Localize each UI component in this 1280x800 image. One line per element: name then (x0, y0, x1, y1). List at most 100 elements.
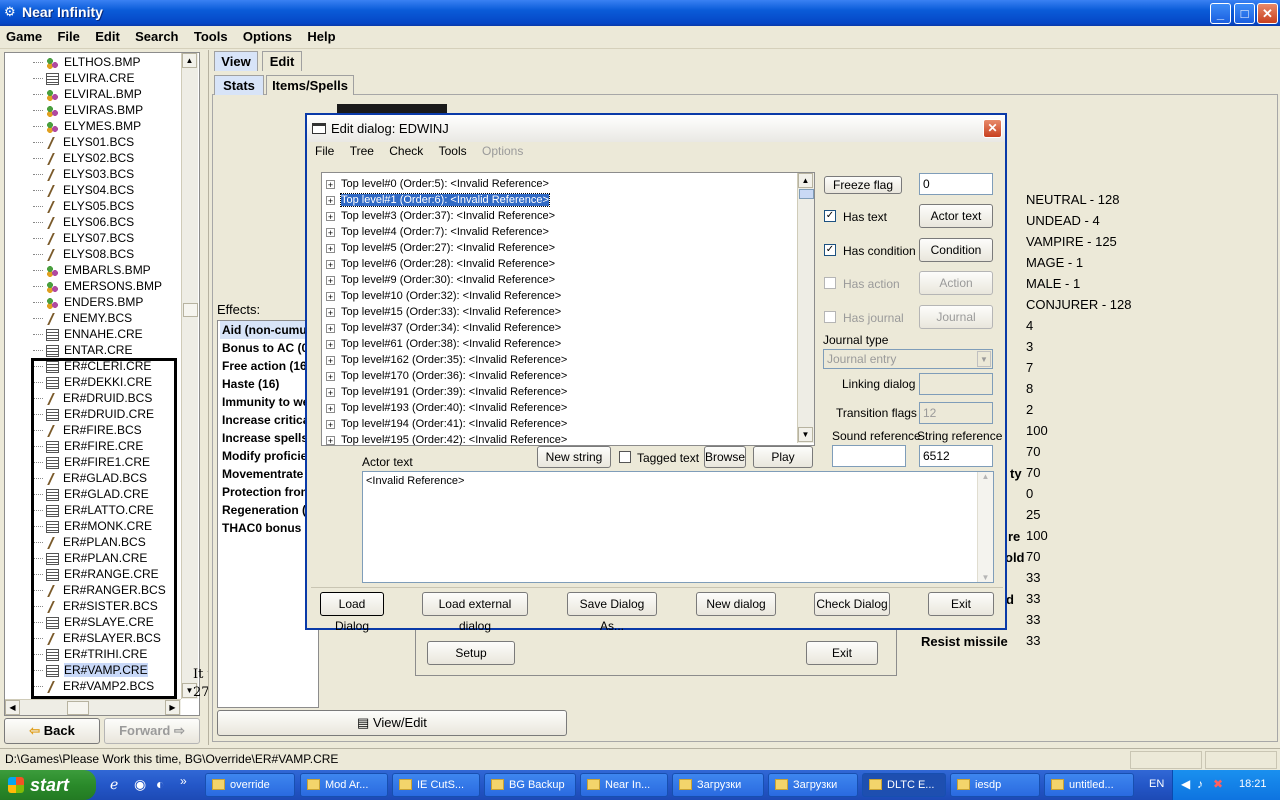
condition-button[interactable]: Condition (919, 238, 993, 262)
new-dialog-button[interactable]: New dialog (696, 592, 776, 616)
menu-options[interactable]: Options (237, 26, 298, 44)
actor-text-button[interactable]: Actor text (919, 204, 993, 228)
tree-item[interactable]: ELYS05.BCS (33, 198, 134, 214)
dialog-exit-button[interactable]: Exit (928, 592, 994, 616)
effect-item[interactable]: Free action (16) (220, 357, 318, 375)
dialog-tree-node[interactable]: + Top level#3 (Order:37): <Invalid Refere… (326, 208, 555, 224)
dialog-menu-tree[interactable]: Tree (344, 144, 380, 158)
dialog-tree-node[interactable]: + Top level#191 (Order:39): <Invalid Refe… (326, 384, 567, 400)
effect-item[interactable]: Aid (non-cumul (220, 321, 318, 339)
play-sound-button[interactable]: Play sound (753, 446, 813, 484)
dialog-tree-node[interactable]: + Top level#4 (Order:7): <Invalid Referen… (326, 224, 549, 240)
scroll-right-icon[interactable]: ▶ (165, 700, 180, 715)
transition-flags-field[interactable]: 12 (919, 402, 993, 424)
dialog-tree-scroll-thumb[interactable] (799, 189, 814, 199)
dialog-menu-options[interactable]: Options (476, 144, 529, 158)
taskbar-button[interactable]: Mod Ar... (300, 773, 388, 797)
taskbar-button[interactable]: iesdp (950, 773, 1040, 797)
taskbar-button[interactable]: Near In... (580, 773, 668, 797)
expand-icon[interactable]: + (326, 291, 335, 301)
tree-item[interactable]: ELYS06.BCS (33, 214, 134, 230)
taskbar-button[interactable]: Загрузки (768, 773, 858, 797)
expand-icon[interactable]: + (326, 195, 335, 205)
tree-item[interactable]: ENDERS.BMP (33, 294, 143, 310)
tree-item[interactable]: ELVIRAS.BMP (33, 102, 143, 118)
tree-item[interactable]: ELYS07.BCS (33, 230, 134, 246)
journal-button[interactable]: Journal (919, 305, 993, 329)
firefox-quicklaunch-icon[interactable]: ◐ (156, 776, 164, 792)
menu-game[interactable]: Game (0, 26, 48, 44)
dialog-tree-node[interactable]: + Top level#195 (Order:42): <Invalid Refe… (326, 432, 567, 445)
dialog-menu-tools[interactable]: Tools (433, 144, 473, 158)
dialog-menu-file[interactable]: File (309, 144, 340, 158)
expand-icon[interactable]: + (326, 355, 335, 365)
expand-icon[interactable]: + (326, 307, 335, 317)
taskbar-button[interactable]: DLTC E... (862, 773, 946, 797)
has-condition-checkbox[interactable]: ✓ (824, 244, 836, 256)
tab-view[interactable]: View (214, 51, 258, 71)
new-string-button[interactable]: New string (537, 446, 611, 468)
dialog-tree-node[interactable]: + Top level#170 (Order:36): <Invalid Refe… (326, 368, 567, 384)
has-journal-checkbox[interactable] (824, 311, 836, 323)
back-tray-icon[interactable]: ◀ (1181, 777, 1190, 791)
dialog-tree-node[interactable]: + Top level#10 (Order:32): <Invalid Refer… (326, 288, 561, 304)
tree-hscroll-thumb[interactable] (67, 701, 89, 715)
actor-text-scrollbar[interactable]: ▲ ▼ (977, 472, 993, 582)
effect-item[interactable]: Haste (16) (220, 375, 318, 393)
expand-icon[interactable]: + (326, 435, 335, 445)
tree-item[interactable]: ELYS01.BCS (33, 134, 134, 150)
setup-button[interactable]: Setup (427, 641, 515, 665)
dialog-tree-scrollbar[interactable]: ▲ ▼ (797, 173, 814, 443)
dialog-scroll-up-icon[interactable]: ▲ (798, 173, 813, 188)
linking-dialog-field[interactable] (919, 373, 993, 395)
dialog-tree-node[interactable]: + Top level#1 (Order:6): <Invalid Referen… (326, 192, 550, 208)
dialog-tree-node[interactable]: + Top level#6 (Order:28): <Invalid Refere… (326, 256, 555, 272)
tree-item[interactable]: ELYS03.BCS (33, 166, 134, 182)
effect-item[interactable]: Bonus to AC (0) (220, 339, 318, 357)
dialog-tree-node[interactable]: + Top level#193 (Order:40): <Invalid Refe… (326, 400, 567, 416)
dialog-tree-node[interactable]: + Top level#9 (Order:30): <Invalid Refere… (326, 272, 555, 288)
taskbar-button[interactable]: IE CutS... (392, 773, 480, 797)
tree-item[interactable]: ELTHOS.BMP (33, 54, 140, 70)
forward-button[interactable]: Forward ⇨ (104, 718, 200, 744)
menu-file[interactable]: File (51, 26, 85, 44)
expand-icon[interactable]: + (326, 275, 335, 285)
language-indicator[interactable]: EN (1149, 778, 1164, 790)
expand-icon[interactable]: + (326, 259, 335, 269)
tree-vertical-scrollbar[interactable]: ▲ ▼ (181, 53, 198, 699)
effect-item[interactable]: Increase spells (220, 429, 318, 447)
volume-tray-icon[interactable]: ♪ (1197, 777, 1203, 791)
dialog-tree[interactable]: + Top level#0 (Order:5): <Invalid Referen… (321, 172, 815, 446)
close-button[interactable]: ✕ (1257, 3, 1278, 24)
minimize-button[interactable]: _ (1210, 3, 1231, 24)
start-button[interactable]: start (0, 770, 96, 800)
tree-item[interactable]: ELYS02.BCS (33, 150, 134, 166)
has-action-checkbox[interactable] (824, 277, 836, 289)
view-edit-button[interactable]: ▤ View/Edit (217, 710, 567, 736)
expand-icon[interactable]: + (326, 243, 335, 253)
expand-icon[interactable]: + (326, 323, 335, 333)
load-external-dialog-button[interactable]: Load external dialog (422, 592, 528, 633)
taskbar-button[interactable]: BG Backup (484, 773, 576, 797)
background-exit-button[interactable]: Exit (806, 641, 878, 665)
freeze-flag-field[interactable]: 0 (919, 173, 993, 195)
menu-edit[interactable]: Edit (89, 26, 126, 44)
network-tray-icon[interactable]: ✖ (1213, 777, 1223, 791)
expand-icon[interactable]: + (326, 227, 335, 237)
expand-icon[interactable]: + (326, 419, 335, 429)
expand-icon[interactable]: + (326, 371, 335, 381)
dialog-tree-node[interactable]: + Top level#0 (Order:5): <Invalid Referen… (326, 176, 549, 192)
action-button[interactable]: Action (919, 271, 993, 295)
dialog-tree-node[interactable]: + Top level#194 (Order:41): <Invalid Refe… (326, 416, 567, 432)
effect-item[interactable]: Immunity to we (220, 393, 318, 411)
tree-horizontal-scrollbar[interactable]: ◀ ▶ (5, 699, 181, 715)
effect-item[interactable]: Movementrate (220, 465, 318, 483)
dialog-menu-check[interactable]: Check (383, 144, 429, 158)
expand-icon[interactable]: + (326, 179, 335, 189)
dialog-tree-node[interactable]: + Top level#37 (Order:34): <Invalid Refer… (326, 320, 561, 336)
tree-item[interactable]: ELYS04.BCS (33, 182, 134, 198)
dialog-scroll-down-icon[interactable]: ▼ (798, 427, 813, 442)
menu-help[interactable]: Help (301, 26, 341, 44)
load-dialog-button[interactable]: Load Dialog (320, 592, 384, 633)
sound-reference-field[interactable] (832, 445, 906, 467)
